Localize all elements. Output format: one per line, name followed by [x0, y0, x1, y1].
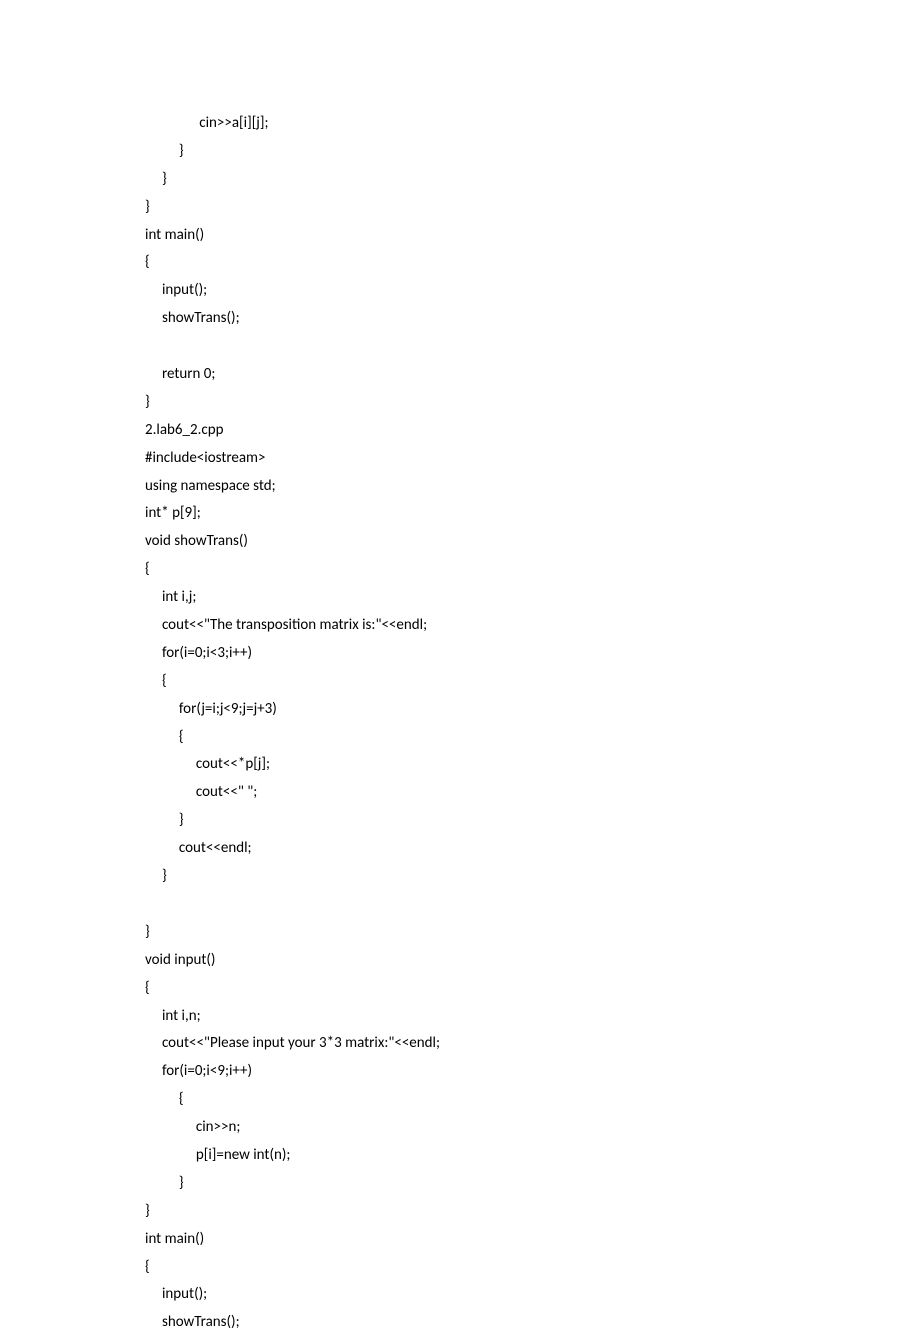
code-line: void input() — [145, 947, 920, 975]
code-line: } — [145, 138, 920, 166]
code-line: p[i]=new int(n); — [145, 1142, 920, 1170]
code-line: cout<<"The transposition matrix is:"<<en… — [145, 612, 920, 640]
code-line: for(i=0;i<9;i++) — [145, 1058, 920, 1086]
code-line: { — [145, 1086, 920, 1114]
code-line: } — [145, 1198, 920, 1226]
code-line: } — [145, 389, 920, 417]
code-line — [145, 891, 920, 919]
code-line: 2.lab6_2.cpp — [145, 417, 920, 445]
code-line: int* p[9]; — [145, 500, 920, 528]
code-line: showTrans(); — [145, 1309, 920, 1337]
code-line: } — [145, 919, 920, 947]
code-line: } — [145, 863, 920, 891]
code-line: } — [145, 807, 920, 835]
code-line: { — [145, 556, 920, 584]
code-line: for(j=i;j<9;j=j+3) — [145, 696, 920, 724]
code-line: { — [145, 975, 920, 1003]
code-line: int i,n; — [145, 1003, 920, 1031]
code-line: cin>>a[i][j]; — [145, 110, 920, 138]
code-line: int main() — [145, 222, 920, 250]
code-line: cout<<" "; — [145, 779, 920, 807]
code-line: showTrans(); — [145, 305, 920, 333]
code-line: for(i=0;i<3;i++) — [145, 640, 920, 668]
code-line: } — [145, 166, 920, 194]
code-line: { — [145, 668, 920, 696]
code-line: { — [145, 724, 920, 752]
code-line: { — [145, 249, 920, 277]
code-line — [145, 333, 920, 361]
code-line: #include<iostream> — [145, 445, 920, 473]
code-line: cin>>n; — [145, 1114, 920, 1142]
code-line: input(); — [145, 1281, 920, 1309]
code-line: return 0; — [145, 361, 920, 389]
code-line: cout<<"Please input your 3*3 matrix:"<<e… — [145, 1030, 920, 1058]
code-line: void showTrans() — [145, 528, 920, 556]
code-line: input(); — [145, 277, 920, 305]
code-line: int i,j; — [145, 584, 920, 612]
code-line: int main() — [145, 1226, 920, 1254]
code-line: { — [145, 1254, 920, 1282]
code-line: using namespace std; — [145, 473, 920, 501]
code-line: cout<<endl; — [145, 835, 920, 863]
code-line: cout<<*p[j]; — [145, 751, 920, 779]
code-document: cin>>a[i][j]; } }}int main(){ input(); s… — [0, 0, 920, 1337]
code-line: } — [145, 194, 920, 222]
code-line: } — [145, 1170, 920, 1198]
